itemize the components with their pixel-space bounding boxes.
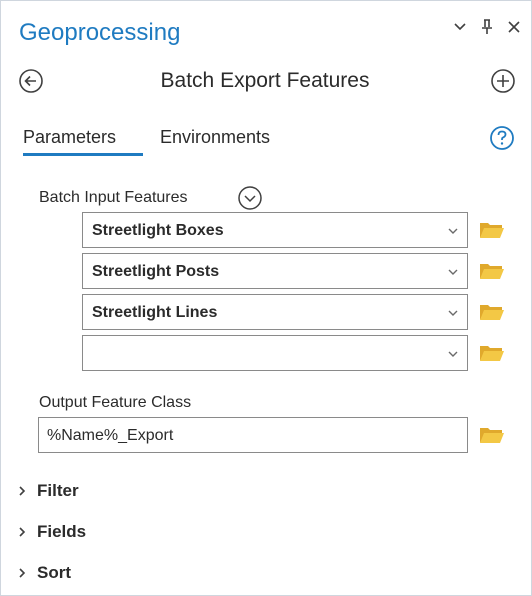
pane-title: Geoprocessing [19,19,181,46]
batch-input-dropdown[interactable]: Streetlight Lines [82,294,468,330]
tab-environments[interactable]: Environments [160,127,270,148]
section-label: Fields [37,522,87,541]
batch-input-label: Batch Input Features [39,189,188,206]
batch-input-value: Streetlight Posts [92,263,220,280]
chevron-right-icon [19,486,26,496]
active-tab-indicator [23,153,143,156]
batch-input-value: Streetlight Boxes [92,222,224,239]
batch-input-dropdown[interactable]: Streetlight Posts [82,253,468,289]
chevron-down-icon [448,351,458,357]
pin-icon[interactable] [481,19,493,35]
section-label: Filter [37,481,79,500]
folder-icon[interactable] [479,302,505,322]
expand-icon[interactable] [237,185,263,211]
folder-icon[interactable] [479,220,505,240]
output-feature-class-input[interactable]: %Name%_Export [38,417,468,453]
help-icon[interactable] [489,125,515,151]
section-fields[interactable]: Fields [17,522,86,542]
chevron-down-icon [448,228,458,234]
section-sort[interactable]: Sort [17,563,71,583]
back-arrow-icon[interactable] [17,67,45,95]
tool-title: Batch Export Features [160,69,370,92]
chevron-down-icon [448,269,458,275]
geoprocessing-pane: Geoprocessing Batch Export Features Para… [0,0,532,596]
batch-input-value: Streetlight Lines [92,304,218,321]
output-feature-class-value: %Name%_Export [47,427,174,444]
chevron-right-icon [19,527,26,537]
section-filter[interactable]: Filter [17,481,79,501]
folder-icon[interactable] [479,425,505,445]
folder-icon[interactable] [479,261,505,281]
chevron-down-icon [448,310,458,316]
batch-input-dropdown-empty[interactable] [82,335,468,371]
section-label: Sort [37,563,71,582]
pane-controls [453,19,521,35]
batch-input-dropdown[interactable]: Streetlight Boxes [82,212,468,248]
close-icon[interactable] [507,20,521,34]
output-feature-class-label: Output Feature Class [39,394,192,411]
add-icon[interactable] [489,67,517,95]
folder-icon[interactable] [479,343,505,363]
tab-parameters[interactable]: Parameters [23,127,116,148]
chevron-down-icon[interactable] [453,22,467,32]
chevron-right-icon [19,568,26,578]
